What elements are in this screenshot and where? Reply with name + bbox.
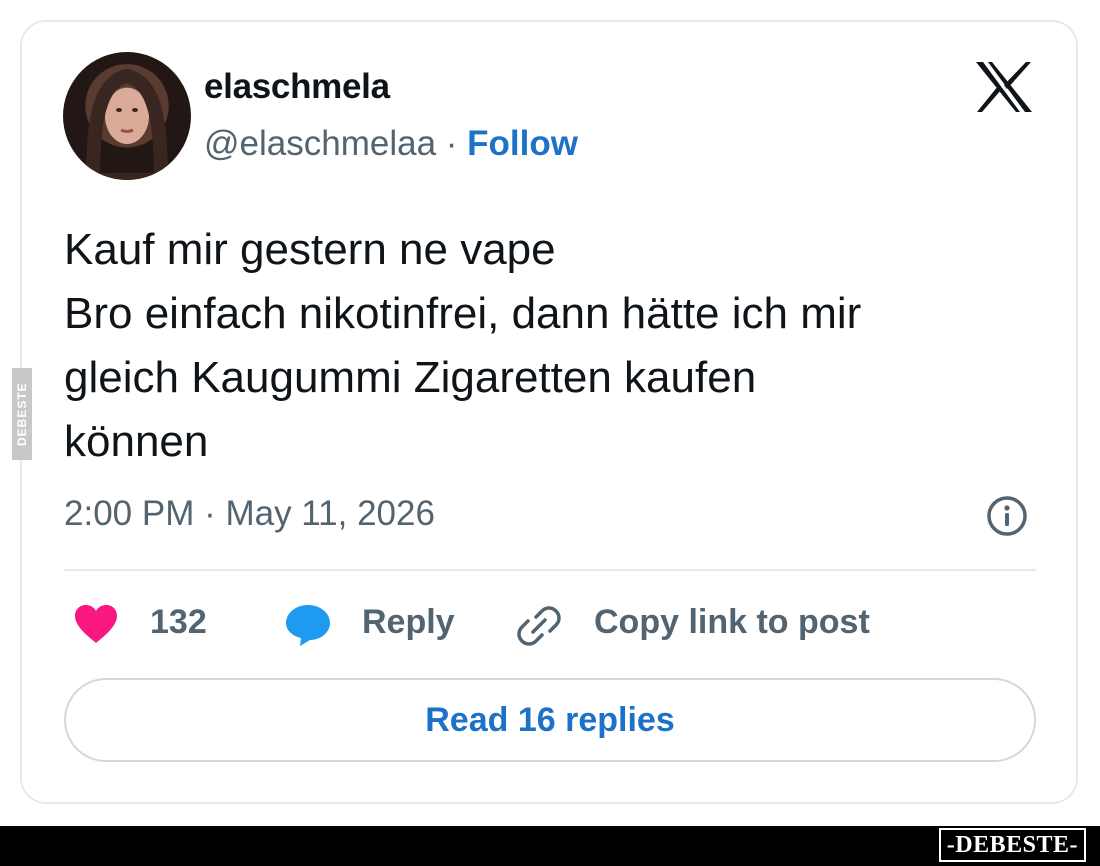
reply-bubble-icon[interactable] (284, 603, 332, 647)
divider (64, 569, 1036, 571)
info-icon[interactable] (985, 494, 1029, 538)
brand-logo: -DEBESTE- (938, 828, 1086, 862)
handle[interactable]: @elaschmelaa (204, 124, 436, 163)
copy-link-button[interactable]: Copy link to post (594, 603, 870, 642)
avatar[interactable] (63, 52, 191, 180)
read-replies-button[interactable]: Read 16 replies (64, 678, 1036, 762)
heart-icon[interactable] (73, 604, 119, 644)
follow-button[interactable]: Follow (467, 124, 578, 163)
tweet-text-line: gleich Kaugummi Zigaretten kaufen (64, 353, 757, 402)
tweet-text-line: können (64, 417, 209, 466)
handle-row: @elaschmelaa · Follow (204, 124, 578, 164)
timestamp[interactable]: 2:00 PM · May 11, 2026 (64, 494, 435, 534)
reply-button[interactable]: Reply (362, 603, 455, 642)
tweet-text-line: Bro einfach nikotinfrei, dann hätte ich … (64, 289, 862, 338)
display-name[interactable]: elaschmela (204, 67, 390, 107)
tweet-text-line: Kauf mir gestern ne vape (64, 225, 556, 274)
bottom-bar (0, 826, 1100, 866)
tweet-text: Kauf mir gestern ne vape Bro einfach nik… (64, 218, 1054, 474)
x-logo-icon[interactable] (974, 60, 1034, 114)
link-icon[interactable] (516, 603, 562, 649)
separator: · (436, 124, 468, 163)
side-watermark: DEBESTE (12, 368, 32, 460)
like-count[interactable]: 132 (150, 603, 207, 642)
